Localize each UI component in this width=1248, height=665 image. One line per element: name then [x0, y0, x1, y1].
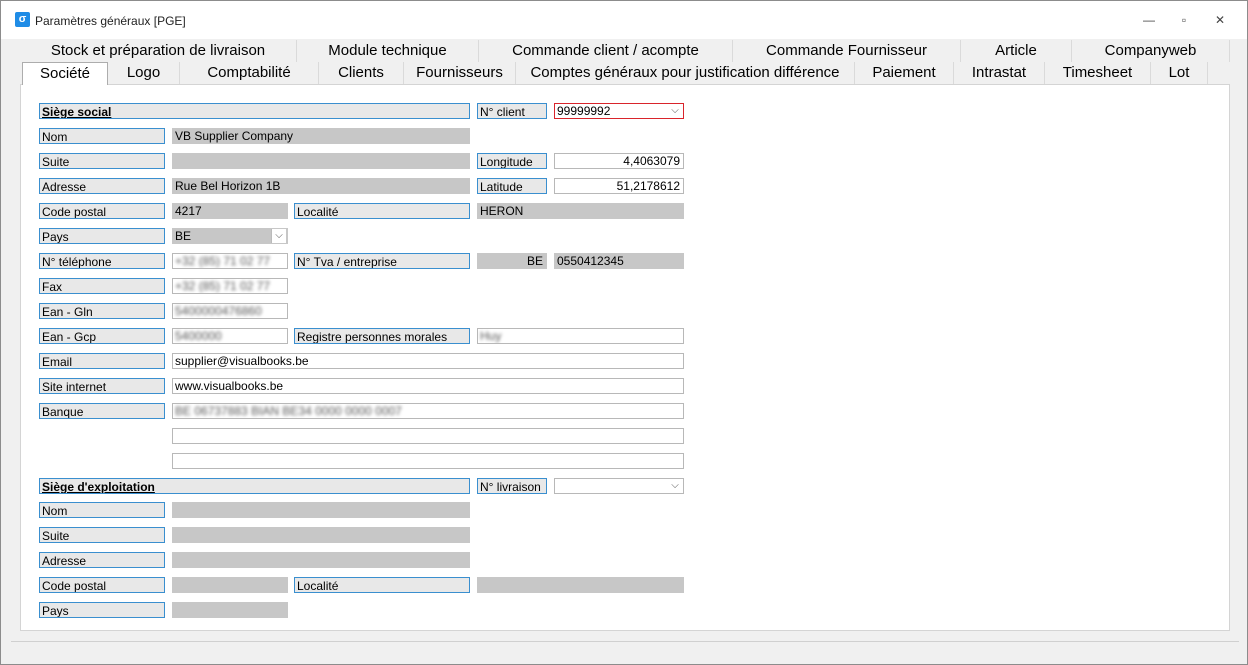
- tab-row-1: Stock et préparation de livraison Module…: [20, 40, 1230, 62]
- expl-adresse-label: Adresse: [39, 552, 165, 568]
- expl-adresse-field[interactable]: [172, 552, 470, 568]
- suite-label: Suite: [39, 153, 165, 169]
- title-bar: σ Paramètres généraux [PGE] — ▫ ✕: [1, 1, 1247, 39]
- adresse-field[interactable]: Rue Bel Horizon 1B: [172, 178, 470, 194]
- tab-stock[interactable]: Stock et préparation de livraison: [20, 40, 297, 62]
- longitude-field[interactable]: 4,4063079: [554, 153, 684, 169]
- localite-field[interactable]: HERON: [477, 203, 684, 219]
- tab-intrastat[interactable]: Intrastat: [954, 62, 1045, 84]
- registre-label: Registre personnes morales: [294, 328, 470, 344]
- nom-label: Nom: [39, 128, 165, 144]
- tab-comptes-generaux[interactable]: Comptes généraux pour justification diff…: [516, 62, 855, 84]
- telephone-label: N° téléphone: [39, 253, 165, 269]
- banque-field-3[interactable]: [172, 453, 684, 469]
- window-title: Paramètres généraux [PGE]: [35, 14, 186, 28]
- tva-number-field[interactable]: 0550412345: [554, 253, 684, 269]
- ean-gcp-label: Ean - Gcp: [39, 328, 165, 344]
- tab-module-technique[interactable]: Module technique: [297, 40, 479, 62]
- tab-commande-fournisseur[interactable]: Commande Fournisseur: [733, 40, 961, 62]
- tab-lot[interactable]: Lot: [1151, 62, 1208, 84]
- expl-code-postal-field[interactable]: [172, 577, 288, 593]
- expl-suite-field[interactable]: [172, 527, 470, 543]
- banque-value-1: BE 06737883 BIAN BE34 0000 0000 0007: [175, 404, 402, 418]
- banque-field-1[interactable]: BE 06737883 BIAN BE34 0000 0000 0007: [172, 403, 684, 419]
- latitude-label: Latitude: [477, 178, 547, 194]
- chevron-down-icon[interactable]: ⌵: [271, 229, 286, 243]
- livraison-select[interactable]: ⌵: [554, 478, 684, 494]
- siege-social-header: Siège social: [39, 103, 470, 119]
- expl-suite-label: Suite: [39, 527, 165, 543]
- tab-timesheet[interactable]: Timesheet: [1045, 62, 1151, 84]
- tva-country-field[interactable]: BE: [477, 253, 547, 269]
- tab-societe[interactable]: Société: [22, 62, 108, 85]
- telephone-field[interactable]: +32 (85) 71 02 77: [172, 253, 288, 269]
- client-number-label: N° client: [477, 103, 547, 119]
- expl-nom-field[interactable]: [172, 502, 470, 518]
- localite-label: Localité: [294, 203, 470, 219]
- pays-label: Pays: [39, 228, 165, 244]
- minimize-button[interactable]: —: [1137, 11, 1161, 29]
- tva-label: N° Tva / entreprise: [294, 253, 470, 269]
- longitude-label: Longitude: [477, 153, 547, 169]
- code-postal-label: Code postal: [39, 203, 165, 219]
- expl-pays-label: Pays: [39, 602, 165, 618]
- tab-companyweb[interactable]: Companyweb: [1072, 40, 1230, 62]
- status-bar: [11, 641, 1239, 656]
- ean-gcp-value: 5400000: [175, 329, 222, 343]
- tab-article[interactable]: Article: [961, 40, 1072, 62]
- banque-field-2[interactable]: [172, 428, 684, 444]
- settings-window: σ Paramètres généraux [PGE] — ▫ ✕ Stock …: [0, 0, 1248, 665]
- registre-value: Huy: [480, 329, 502, 343]
- tab-logo[interactable]: Logo: [108, 62, 180, 84]
- telephone-value: +32 (85) 71 02 77: [175, 254, 271, 268]
- fax-value: +32 (85) 71 02 77: [175, 279, 271, 293]
- close-button[interactable]: ✕: [1208, 11, 1232, 29]
- fax-label: Fax: [39, 278, 165, 294]
- banque-label: Banque: [39, 403, 165, 419]
- tab-comptabilite[interactable]: Comptabilité: [180, 62, 319, 84]
- suite-field[interactable]: [172, 153, 470, 169]
- tab-paiement[interactable]: Paiement: [855, 62, 954, 84]
- siege-exploitation-header: Siège d'exploitation: [39, 478, 470, 494]
- ean-gln-field[interactable]: 5400000476860: [172, 303, 288, 319]
- code-postal-field[interactable]: 4217: [172, 203, 288, 219]
- ean-gcp-field[interactable]: 5400000: [172, 328, 288, 344]
- client-number-value: 99999992: [557, 104, 611, 118]
- site-internet-field[interactable]: www.visualbooks.be: [172, 378, 684, 394]
- tab-row-2: Société Logo Comptabilité Clients Fourni…: [20, 62, 1230, 85]
- expl-localite-field[interactable]: [477, 577, 684, 593]
- chevron-down-icon[interactable]: ⌵: [668, 104, 682, 118]
- tab-fournisseurs[interactable]: Fournisseurs: [404, 62, 516, 84]
- livraison-label: N° livraison: [477, 478, 547, 494]
- fax-field[interactable]: +32 (85) 71 02 77: [172, 278, 288, 294]
- latitude-field[interactable]: 51,2178612: [554, 178, 684, 194]
- expl-localite-label: Localité: [294, 577, 470, 593]
- ean-gln-value: 5400000476860: [175, 304, 262, 318]
- client-number-select[interactable]: 99999992 ⌵: [554, 103, 684, 119]
- tab-commande-client[interactable]: Commande client / acompte: [479, 40, 733, 62]
- nom-field[interactable]: VB Supplier Company: [172, 128, 470, 144]
- pays-select[interactable]: BE ⌵: [172, 228, 288, 244]
- registre-field[interactable]: Huy: [477, 328, 684, 344]
- email-field[interactable]: supplier@visualbooks.be: [172, 353, 684, 369]
- expl-code-postal-label: Code postal: [39, 577, 165, 593]
- restore-button[interactable]: ▫: [1172, 11, 1196, 29]
- chevron-down-icon[interactable]: ⌵: [668, 479, 682, 493]
- adresse-label: Adresse: [39, 178, 165, 194]
- site-internet-label: Site internet: [39, 378, 165, 394]
- expl-pays-field[interactable]: [172, 602, 288, 618]
- expl-nom-label: Nom: [39, 502, 165, 518]
- pays-value: BE: [175, 229, 192, 243]
- ean-gln-label: Ean - Gln: [39, 303, 165, 319]
- email-label: Email: [39, 353, 165, 369]
- app-logo-icon: σ: [15, 12, 30, 27]
- tab-clients[interactable]: Clients: [319, 62, 404, 84]
